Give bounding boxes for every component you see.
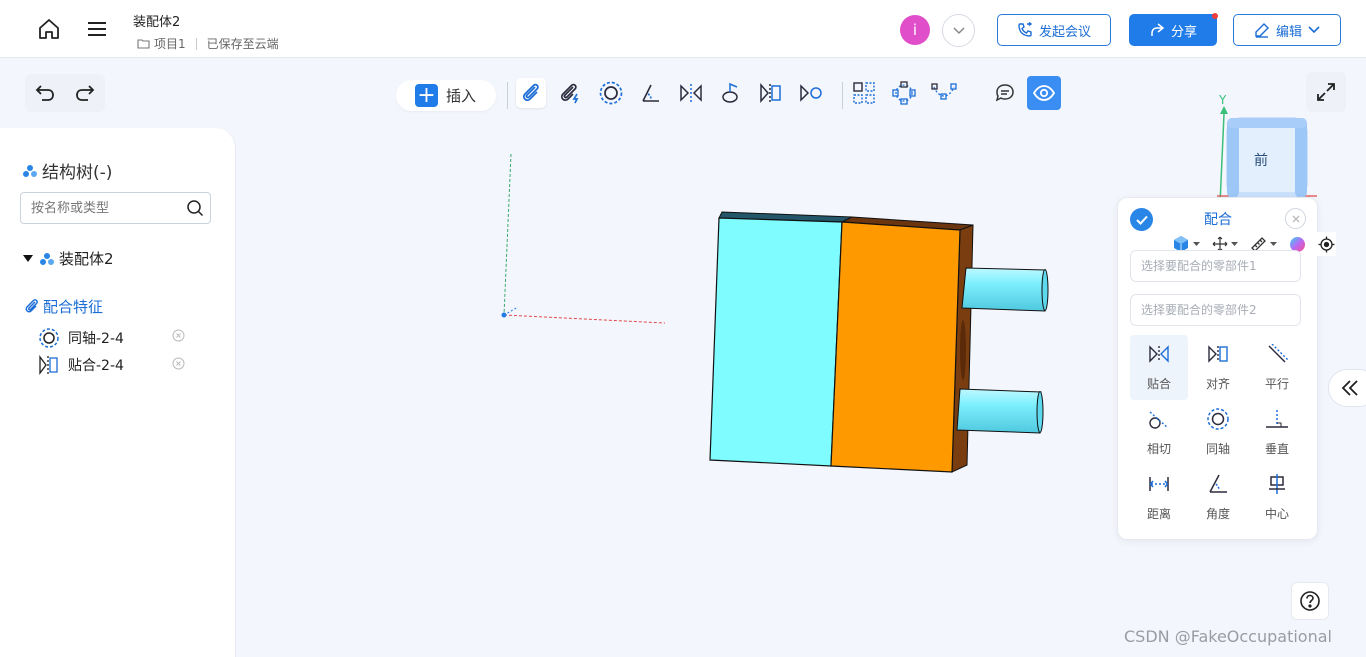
origin-point — [501, 312, 507, 318]
mate-type-label: 同轴 — [1205, 442, 1230, 456]
select-part-2-input[interactable] — [1131, 295, 1300, 325]
mate-type-grid: 贴合 对齐 平行 相切 同轴 垂直 距离 角度 中心 — [1130, 335, 1308, 530]
avatar-letter: i — [912, 21, 918, 39]
help-icon — [1300, 591, 1320, 611]
mate-type-distance[interactable]: 距离 — [1130, 465, 1188, 530]
mate-type-label: 距离 — [1146, 507, 1171, 521]
caret-down-icon — [1270, 241, 1277, 246]
close-icon — [1292, 215, 1299, 222]
mate-type-align[interactable]: 对齐 — [1189, 335, 1247, 400]
axis-y-label: Y — [1219, 93, 1227, 107]
target-button[interactable] — [1312, 232, 1341, 256]
top-header: 装配体2 项目1 已保存至云端 i 发起会议 分享 编辑 — [0, 0, 1366, 58]
share-button[interactable]: 分享 — [1129, 14, 1217, 46]
mate-type-parallel[interactable]: 平行 — [1248, 335, 1306, 400]
mate-type-label: 相切 — [1146, 442, 1171, 456]
angle-icon — [1207, 471, 1229, 497]
view-cube-face-front[interactable]: 前 — [1254, 150, 1268, 170]
avatar[interactable]: i — [900, 15, 930, 45]
pencil-icon — [1255, 23, 1269, 38]
mate-panel: 配合 贴合 对齐 — [1117, 197, 1336, 540]
mate-type-label: 贴合 — [1146, 377, 1171, 391]
mate-type-coincident[interactable]: 贴合 — [1130, 335, 1188, 400]
phone-icon — [1018, 22, 1033, 37]
watermark: CSDN @FakeOccupational — [1124, 627, 1332, 646]
distance-icon — [1148, 471, 1170, 497]
close-button[interactable] — [1285, 208, 1306, 229]
save-status: 已保存至云端 — [206, 37, 279, 51]
share-icon — [1151, 23, 1165, 36]
assembly-model[interactable] — [709, 211, 1049, 473]
double-chevron-left-icon — [1341, 380, 1358, 396]
parallel-icon — [1266, 341, 1288, 367]
view-cube[interactable]: Y 前 Z — [1217, 93, 1317, 206]
concentric-icon — [1206, 406, 1230, 432]
chevron-down-icon — [1308, 26, 1320, 34]
divider — [195, 37, 197, 50]
start-meeting-label: 发起会议 — [1038, 24, 1091, 40]
align-icon — [1207, 341, 1229, 367]
x-axis-line — [503, 314, 666, 324]
mate-type-angle[interactable]: 角度 — [1189, 465, 1247, 530]
perpendicular-icon — [1265, 406, 1289, 432]
caret-down-icon — [1193, 241, 1200, 246]
mate-type-tangent[interactable]: 相切 — [1130, 400, 1188, 465]
share-label: 分享 — [1170, 24, 1197, 40]
mate-type-center[interactable]: 中心 — [1248, 465, 1306, 530]
select-part-1 — [1130, 250, 1301, 282]
target-icon — [1318, 236, 1335, 252]
document-breadcrumb: 项目1 已保存至云端 — [137, 35, 279, 52]
y-axis-line — [503, 153, 512, 316]
folder-icon — [137, 39, 150, 49]
start-meeting-button[interactable]: 发起会议 — [997, 14, 1111, 46]
caret-down-icon — [1231, 241, 1238, 246]
document-title[interactable]: 装配体2 — [133, 11, 180, 30]
edit-label: 编辑 — [1275, 24, 1302, 40]
mate-type-label: 垂直 — [1264, 442, 1289, 456]
mate-type-label: 平行 — [1264, 377, 1289, 391]
home-icon[interactable] — [36, 16, 62, 42]
confirm-button[interactable] — [1130, 208, 1153, 231]
mate-type-label: 角度 — [1205, 507, 1230, 521]
mate-panel-title: 配合 — [1204, 212, 1232, 228]
chevron-down-icon[interactable] — [942, 14, 975, 47]
tangent-icon — [1148, 406, 1170, 432]
collapse-panel-button[interactable] — [1328, 369, 1366, 407]
notification-dot — [1212, 13, 1218, 19]
mate-type-label: 对齐 — [1205, 377, 1230, 391]
select-part-1-input[interactable] — [1131, 251, 1300, 281]
help-button[interactable] — [1291, 582, 1329, 620]
check-icon — [1135, 215, 1148, 225]
edit-button[interactable]: 编辑 — [1233, 14, 1341, 46]
coincident-icon — [1148, 341, 1170, 367]
mate-type-perpendicular[interactable]: 垂直 — [1248, 400, 1306, 465]
project-link[interactable]: 项目1 — [154, 35, 186, 52]
mate-type-concentric[interactable]: 同轴 — [1189, 400, 1247, 465]
menu-icon[interactable] — [84, 16, 110, 42]
center-icon — [1267, 471, 1287, 497]
select-part-2 — [1130, 294, 1301, 326]
mate-type-label: 中心 — [1264, 507, 1289, 521]
